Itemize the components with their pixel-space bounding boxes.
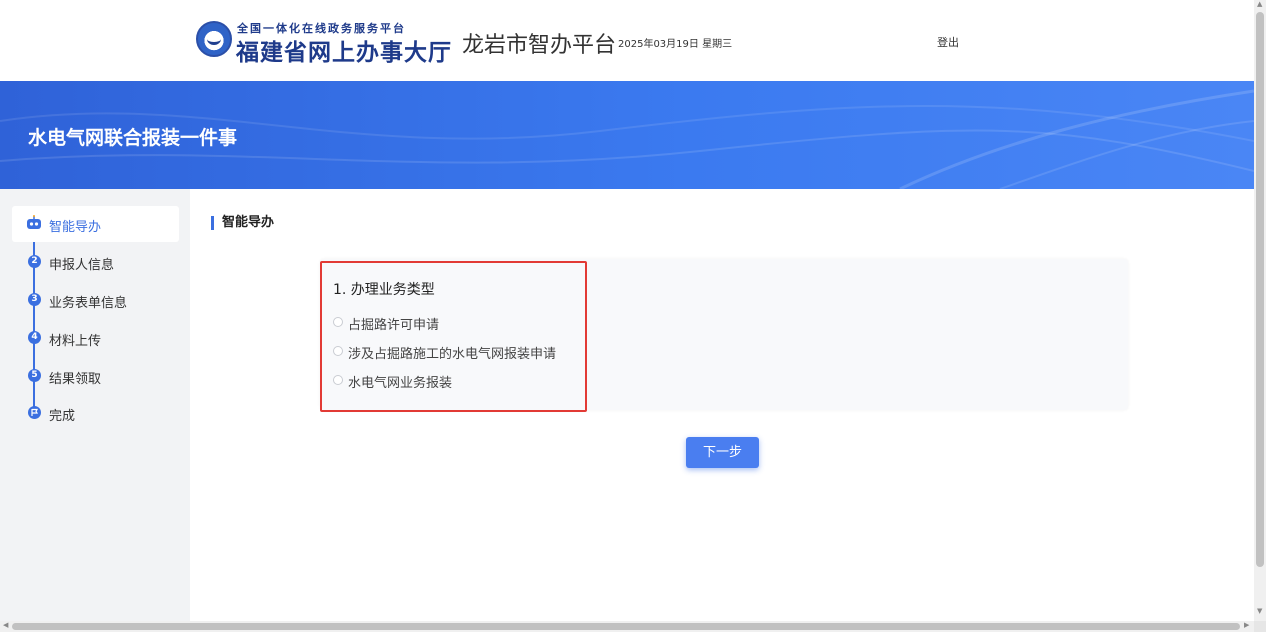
step-number-badge: 4 (28, 331, 41, 344)
vertical-scroll-thumb[interactable] (1256, 12, 1264, 567)
step-number-badge: 2 (28, 255, 41, 268)
page-title: 水电气网联合报装一件事 (28, 127, 238, 149)
logout-link[interactable]: 登出 (937, 34, 959, 50)
step-label: 申报人信息 (49, 258, 115, 273)
government-emblem-icon (196, 21, 232, 57)
scroll-up-icon[interactable]: ▲ (1257, 0, 1262, 8)
step-sidebar: 智能导办 2 申报人信息 3 业务表单信息 4 材料上传 5 结果领取 完成 (0, 189, 190, 621)
horizontal-scroll-thumb[interactable] (12, 623, 1240, 630)
step-label: 材料上传 (49, 334, 102, 349)
option-label: 涉及占掘路施工的水电气网报装申请 (348, 347, 557, 362)
step-business-form[interactable]: 3 业务表单信息 (12, 282, 179, 318)
step-label: 完成 (49, 409, 76, 424)
option-label: 水电气网业务报装 (348, 376, 453, 391)
step-complete[interactable]: 完成 (12, 395, 179, 431)
next-step-button[interactable]: 下一步 (686, 437, 759, 468)
step-number-badge: 5 (28, 369, 41, 382)
step-smart-guide[interactable]: 智能导办 (12, 206, 179, 242)
radio-button[interactable] (333, 317, 343, 327)
section-title: 智能导办 (211, 216, 274, 230)
radio-button[interactable] (333, 375, 343, 385)
step-label: 结果领取 (49, 372, 102, 387)
radio-button[interactable] (333, 346, 343, 356)
scroll-left-icon[interactable]: ◀ (3, 621, 8, 629)
flag-icon (28, 406, 41, 419)
scrollbar-corner (1254, 621, 1266, 632)
question-title: 1. 办理业务类型 (333, 282, 435, 298)
platform-name: 福建省网上办事大厅 (236, 39, 452, 66)
page-banner: 水电气网联合报装一件事 (0, 81, 1254, 189)
step-label: 智能导办 (49, 220, 102, 235)
step-label: 业务表单信息 (49, 296, 128, 311)
robot-icon (27, 215, 41, 229)
horizontal-scrollbar[interactable]: ◀ ▶ (0, 621, 1254, 632)
step-applicant-info[interactable]: 2 申报人信息 (12, 244, 179, 280)
step-result-collection[interactable]: 5 结果领取 (12, 358, 179, 394)
step-material-upload[interactable]: 4 材料上传 (12, 320, 179, 356)
step-number-badge: 3 (28, 293, 41, 306)
top-header: 全国一体化在线政务服务平台 福建省网上办事大厅 龙岩市智办平台 2025年03月… (0, 0, 1254, 81)
scroll-down-icon[interactable]: ▼ (1257, 607, 1262, 615)
vertical-scrollbar[interactable]: ▲ ▼ (1254, 0, 1266, 621)
city-platform-title: 龙岩市智办平台 (462, 33, 617, 58)
scroll-right-icon[interactable]: ▶ (1244, 621, 1249, 629)
option-label: 占掘路许可申请 (348, 318, 440, 333)
current-date: 2025年03月19日 星期三 (618, 39, 733, 50)
